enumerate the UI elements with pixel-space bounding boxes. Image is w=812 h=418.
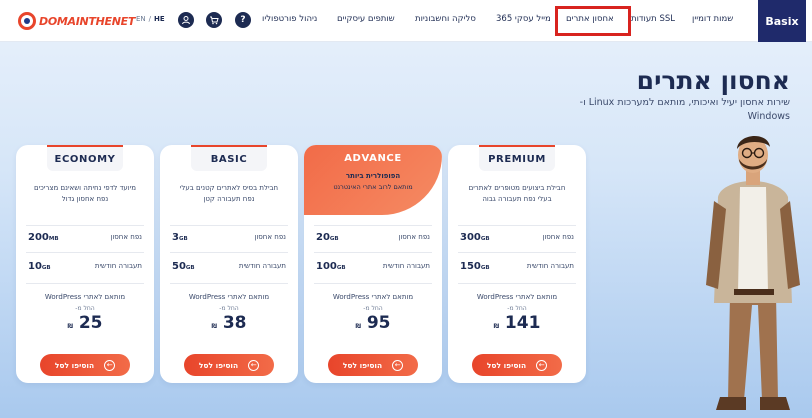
wordpress-note: מותאם לאתרי WordPress (188, 293, 270, 301)
lang-separator: / (148, 15, 152, 23)
storage-value: 300GB (460, 231, 490, 243)
divider (314, 252, 432, 253)
divider (170, 225, 288, 226)
cart-icon[interactable] (206, 12, 222, 28)
divider (26, 225, 144, 226)
user-circle-icon[interactable] (178, 12, 194, 28)
nav-portfolio[interactable]: ניהול פורטפוליו (262, 14, 317, 24)
plan-card-economy: ECONOMY מיועד לדפי נחיתה ושאינם מצריכים … (16, 145, 154, 383)
logo-text: DOMAINTHENET (39, 14, 136, 28)
nav-partners[interactable]: שותפים עיסקיים (337, 14, 395, 24)
arrow-left-icon: ← (248, 359, 260, 371)
traffic-row: 100GB תעבורה חודשית (316, 259, 430, 273)
brand-badge[interactable]: Basix (758, 0, 806, 42)
add-to-cart-label: הוסיפו לסל (54, 360, 95, 370)
nav-active-highlight (555, 6, 631, 36)
traffic-label: תעבורה חודשית (526, 262, 574, 270)
top-navigation-bar: DOMAINTHENET EN / HE ? ניהול פורטפוליו ש… (0, 0, 812, 42)
help-glyph: ? (240, 15, 246, 25)
most-popular-label: הפופולרית ביותר (345, 172, 401, 180)
divider (170, 283, 288, 284)
storage-label: נפח אחסון (542, 233, 574, 241)
plan-name: ECONOMY (47, 145, 123, 171)
plan-card-premium: PREMIUM חבילת ביצועים מטופרים לאתרים בעל… (448, 145, 586, 383)
storage-row: 300GB נפח אחסון (460, 230, 574, 244)
storage-row: 3GB נפח אחסון (172, 230, 286, 244)
divider (314, 225, 432, 226)
nav-domains[interactable]: שמות דומיין (692, 14, 733, 24)
plan-card-basic: BASIC חבילת בסיס לאתרים קטנים בעלי נפח ת… (160, 145, 298, 383)
storage-value: 3GB (172, 231, 188, 243)
wordpress-note: מותאם לאתרי WordPress (44, 293, 126, 301)
plan-name: ADVANCE (344, 152, 402, 164)
add-to-cart-label: הוסיפו לסל (486, 360, 527, 370)
add-to-cart-button[interactable]: הוסיפו לסל ← (472, 354, 562, 376)
lang-he[interactable]: HE (154, 15, 165, 23)
featured-subtitle: מותאם לרוב אתרי האינטרנט (333, 183, 413, 191)
price: ₪ 141 (493, 313, 541, 333)
lang-en[interactable]: EN (136, 15, 146, 23)
price-from-label: החל מ- (363, 305, 383, 312)
storage-value: 200MB (28, 231, 59, 243)
traffic-value: 150GB (460, 260, 490, 272)
storage-label: נפח אחסון (110, 233, 142, 241)
traffic-row: 10GB תעבורה חודשית (28, 259, 142, 273)
page-title: אחסון אתרים (636, 66, 790, 95)
nav-ssl[interactable]: תעודות SSL (631, 14, 675, 24)
divider (458, 225, 576, 226)
plan-name: BASIC (191, 145, 267, 171)
storage-label: נפח אחסון (254, 233, 286, 241)
storage-row: 200MB נפח אחסון (28, 230, 142, 244)
divider (458, 252, 576, 253)
wordpress-note: מותאם לאתרי WordPress (332, 293, 414, 301)
price: ₪ 95 (355, 313, 391, 333)
plan-card-advance: ADVANCE הפופולרית ביותר מותאם לרוב אתרי … (304, 145, 442, 383)
plan-name: PREMIUM (479, 145, 555, 171)
storage-row: 20GB נפח אחסון (316, 230, 430, 244)
language-switcher: EN / HE (136, 15, 165, 23)
traffic-value: 50GB (172, 260, 195, 272)
traffic-label: תעבורה חודשית (238, 262, 286, 270)
plan-description: חבילת בסיס לאתרים קטנים בעלי נפח תעבורה … (179, 184, 279, 203)
divider (314, 283, 432, 284)
traffic-row: 50GB תעבורה חודשית (172, 259, 286, 273)
divider (26, 252, 144, 253)
price-from-label: החל מ- (507, 305, 527, 312)
nav-business-mail[interactable]: מייל עסקי 365 (496, 14, 551, 24)
traffic-value: 10GB (28, 260, 51, 272)
divider (170, 252, 288, 253)
arrow-left-icon: ← (536, 359, 548, 371)
plan-description: חבילת ביצועים מטופרים לאתרים בעלי נפח תע… (468, 184, 566, 203)
add-to-cart-label: הוסיפו לסל (198, 360, 239, 370)
character-illustration (706, 135, 800, 410)
arrow-left-icon: ← (392, 359, 404, 371)
traffic-row: 150GB תעבורה חודשית (460, 259, 574, 273)
arrow-left-icon: ← (104, 359, 116, 371)
price-from-label: החל מ- (219, 305, 239, 312)
price-from-label: החל מ- (75, 305, 95, 312)
wordpress-note: מותאם לאתרי WordPress (476, 293, 558, 301)
storage-value: 20GB (316, 231, 339, 243)
divider (26, 283, 144, 284)
traffic-label: תעבורה חודשית (382, 262, 430, 270)
divider (458, 283, 576, 284)
add-to-cart-button[interactable]: הוסיפו לסל ← (40, 354, 130, 376)
traffic-value: 100GB (316, 260, 346, 272)
add-to-cart-label: הוסיפו לסל (342, 360, 383, 370)
storage-label: נפח אחסון (398, 233, 430, 241)
site-logo[interactable]: DOMAINTHENET (18, 12, 135, 30)
plan-description: מיועד לדפי נחיתה ושאינם מצריכים נפח אחסו… (33, 184, 137, 203)
traffic-label: תעבורה חודשית (94, 262, 142, 270)
price: ₪ 38 (211, 313, 247, 333)
price: ₪ 25 (67, 313, 103, 333)
page-subtitle: שירות אחסון יעיל ואיכותי, מותאם למערכות … (579, 97, 790, 122)
add-to-cart-button[interactable]: הוסיפו לסל ← (184, 354, 274, 376)
logo-mark-icon (18, 12, 36, 30)
nav-billing[interactable]: סליקה וחשבוניות (415, 14, 476, 24)
help-icon[interactable]: ? (235, 12, 251, 28)
add-to-cart-button[interactable]: הוסיפו לסל ← (328, 354, 418, 376)
